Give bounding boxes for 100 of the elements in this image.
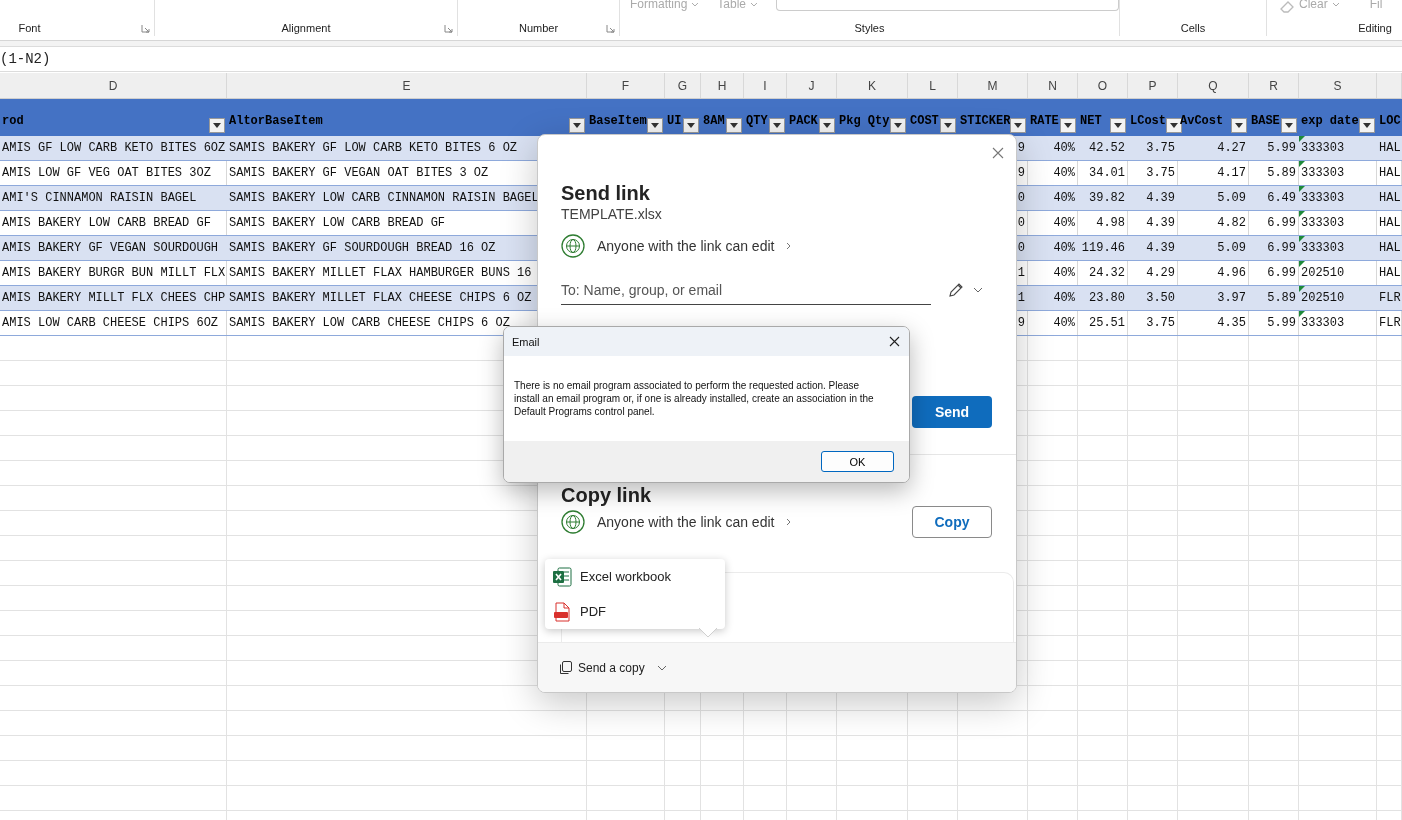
table-cell: 333303 <box>1301 241 1345 255</box>
table-cell: 6.99 <box>1267 241 1296 255</box>
column-letter[interactable]: K <box>868 78 876 93</box>
copy-icon <box>558 660 572 675</box>
column-letter[interactable]: G <box>677 78 688 93</box>
filter-button[interactable] <box>1060 118 1076 133</box>
table-cell: 9 <box>1017 141 1025 155</box>
column-letter[interactable]: H <box>717 78 727 93</box>
table-cell: 9 <box>1017 166 1025 180</box>
table-cell: 4.82 <box>1217 216 1246 230</box>
column-header: LCost <box>1130 113 1166 128</box>
filter-button[interactable] <box>819 118 835 133</box>
filter-button[interactable] <box>569 118 585 133</box>
ribbon-group-label: Alignment <box>281 21 331 36</box>
column-header: LOC <box>1379 113 1401 128</box>
table-cell: 3.97 <box>1217 291 1246 305</box>
table-cell: 3.50 <box>1146 291 1175 305</box>
table-cell: 6.99 <box>1267 266 1296 280</box>
filter-button[interactable] <box>1359 118 1375 133</box>
table-cell: 333303 <box>1301 191 1345 205</box>
table-cell: 1 <box>1017 266 1025 280</box>
filter-button[interactable] <box>940 118 956 133</box>
column-letter[interactable]: O <box>1097 78 1108 93</box>
table-cell: 0 <box>1017 216 1025 230</box>
filter-button[interactable] <box>1010 118 1027 133</box>
column-letter[interactable]: P <box>1148 78 1157 93</box>
caret-icon <box>1064 123 1072 128</box>
column-letter[interactable]: F <box>621 78 630 93</box>
column-letter[interactable]: S <box>1333 78 1342 93</box>
table-cell: 40% <box>1053 216 1075 230</box>
table-cell: SAMIS BAKERY MILLET FLAX HAMBURGER BUNS 16 <box>229 266 532 280</box>
filter-button[interactable] <box>1281 118 1297 133</box>
table-cell: SAMIS BAKERY GF LOW CARB KETO BITES 6 OZ <box>229 141 518 155</box>
column-header: AltorBaseItem <box>229 113 323 128</box>
column-letter[interactable]: M <box>987 78 998 93</box>
filter-button[interactable] <box>1166 118 1182 133</box>
table-cell: 6.49 <box>1267 191 1296 205</box>
caret-icon <box>773 123 781 128</box>
column-letter[interactable]: I <box>763 78 767 93</box>
filter-button[interactable] <box>683 118 699 133</box>
table-cell: 333303 <box>1301 141 1345 155</box>
column-letter[interactable]: L <box>929 78 936 93</box>
caret-icon <box>823 123 831 128</box>
ok-button[interactable]: OK <box>821 451 894 472</box>
filter-button[interactable] <box>769 118 785 133</box>
table-cell: 333303 <box>1301 316 1345 330</box>
column-letter[interactable]: D <box>108 78 118 93</box>
chevron-down-icon[interactable] <box>973 287 983 293</box>
dialog-launcher-icon[interactable] <box>606 24 615 33</box>
message-text: There is no email program associated to perform the requested action. Please install an email program or, if one is already installed, create an association in the Default Programs control panel. <box>514 379 875 418</box>
table-cell: AMIS LOW CARB CHEESE CHIPS 6OZ <box>2 316 219 330</box>
filter-button[interactable] <box>1231 118 1247 133</box>
column-letter[interactable]: E <box>402 78 411 93</box>
filter-button[interactable] <box>209 118 225 133</box>
permission-link[interactable]: Anyone with the link can edit <box>597 514 775 530</box>
caret-icon <box>687 123 695 128</box>
table-cell: 4.39 <box>1146 241 1175 255</box>
table-cell: 3.75 <box>1146 141 1175 155</box>
table-cell: SAMIS BAKERY GF SOURDOUGH BREAD 16 OZ <box>229 241 496 255</box>
menu-item[interactable]: PDF <box>545 594 725 629</box>
column-header: QTY <box>746 113 768 128</box>
table-cell: SAMIS BAKERY LOW CARB CHEESE CHIPS 6 OZ <box>229 316 510 330</box>
caret-icon <box>1363 123 1371 128</box>
table-cell: 4.29 <box>1146 266 1175 280</box>
caret-icon <box>730 123 738 128</box>
table-cell: 202510 <box>1301 291 1345 305</box>
table-cell: 39.82 <box>1089 191 1125 205</box>
column-header: BASE <box>1251 113 1280 128</box>
column-header: PACK <box>789 113 818 128</box>
table-cell: 40% <box>1053 166 1075 180</box>
column-header: AvCost <box>1180 113 1224 128</box>
pencil-icon[interactable] <box>947 281 965 299</box>
eraser-icon <box>1279 0 1295 14</box>
table-cell: 5.89 <box>1267 166 1296 180</box>
filter-button[interactable] <box>890 118 906 133</box>
dialog-title: Email <box>512 335 540 348</box>
filter-button[interactable] <box>1110 118 1126 133</box>
filter-button[interactable] <box>726 118 742 133</box>
column-letter[interactable]: J <box>808 78 815 93</box>
dialog-launcher-icon[interactable] <box>444 24 453 33</box>
copy-button[interactable]: Copy <box>912 506 992 538</box>
permission-link[interactable]: Anyone with the link can edit <box>597 238 775 254</box>
menu-item[interactable]: Excel workbook <box>545 559 725 594</box>
formula-text[interactable]: (1-N2) <box>0 51 51 67</box>
send-button[interactable]: Send <box>912 396 992 428</box>
table-cell: 5.99 <box>1267 141 1296 155</box>
caret-icon <box>750 2 758 7</box>
column-letter[interactable]: R <box>1269 78 1278 93</box>
section-title: Copy link <box>561 484 652 506</box>
ribbon-group-label: Font <box>18 21 41 36</box>
caret-icon <box>1170 123 1178 128</box>
dialog-launcher-icon[interactable] <box>141 24 150 33</box>
column-letter[interactable]: N <box>1048 78 1057 93</box>
send-copy-button[interactable]: Send a copy <box>558 660 667 675</box>
table-cell: 4.98 <box>1096 216 1125 230</box>
column-letter[interactable]: Q <box>1208 78 1218 93</box>
table-cell: 3.75 <box>1146 316 1175 330</box>
table-cell: 5.09 <box>1217 191 1246 205</box>
filter-button[interactable] <box>647 118 663 133</box>
column-header: UI <box>667 113 682 128</box>
